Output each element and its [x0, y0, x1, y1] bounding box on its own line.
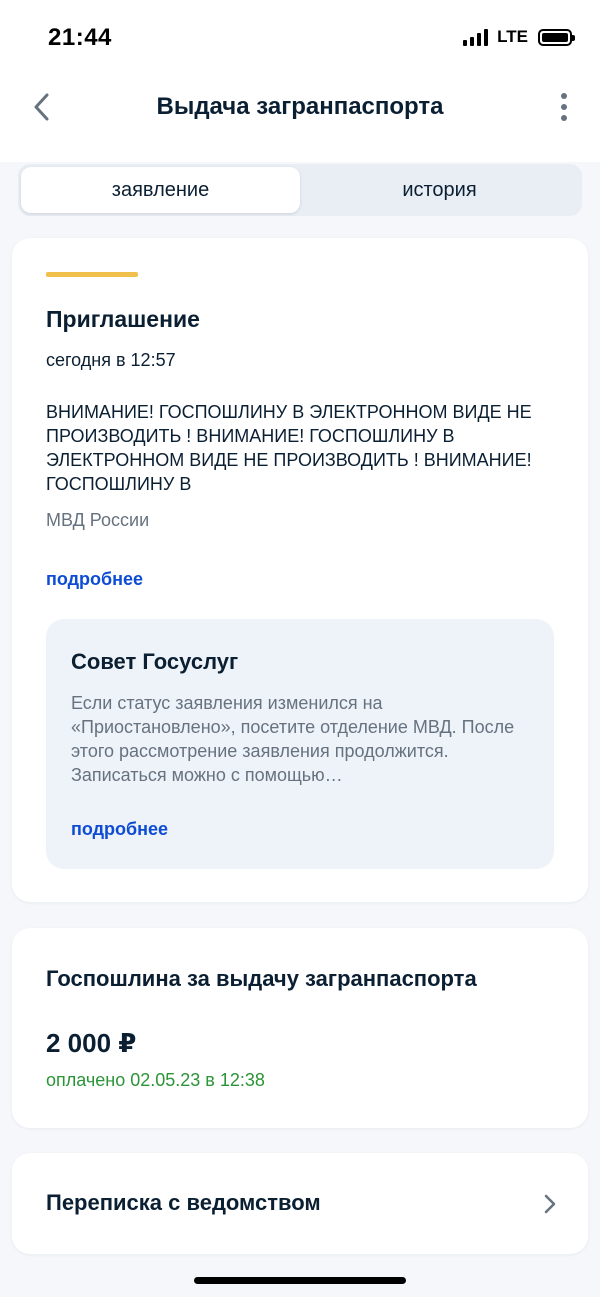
- fee-payment-status: оплачено 02.05.23 в 12:38: [46, 1070, 265, 1090]
- status-bar: 21:44 LTE: [0, 0, 600, 78]
- more-vertical-icon: [561, 93, 567, 99]
- advice-text: Если статус заявления изменился на «Прио…: [71, 693, 515, 785]
- tab-application[interactable]: заявление: [21, 167, 300, 213]
- network-type: LTE: [497, 27, 528, 46]
- page-title: Выдача загранпаспорта: [156, 93, 444, 120]
- fee-card: Госпошлина за выдачу загранпаспорта 2 00…: [12, 928, 588, 1128]
- invitation-title: Приглашение: [46, 306, 200, 332]
- advice-title: Совет Госуслуг: [71, 649, 239, 674]
- status-accent-line: [46, 272, 138, 277]
- advice-block: Совет Госуслуг Если статус заявления изм…: [46, 619, 554, 869]
- advice-more-link[interactable]: подробнее: [71, 819, 168, 840]
- battery-icon: [538, 28, 575, 46]
- invitation-organization: МВД России: [46, 510, 150, 530]
- more-menu-button[interactable]: [554, 90, 574, 124]
- correspondence-row[interactable]: Переписка с ведомством: [12, 1153, 588, 1254]
- app-header: Выдача загранпаспорта: [0, 78, 600, 162]
- invitation-more-link[interactable]: подробнее: [46, 569, 143, 590]
- status-indicators: LTE: [463, 27, 575, 47]
- home-indicator[interactable]: [194, 1277, 406, 1284]
- invitation-text: ВНИМАНИЕ! ГОСПОШЛИНУ В ЭЛЕКТРОННОМ ВИДЕ …: [46, 402, 532, 494]
- invitation-card: Приглашение сегодня в 12:57 ВНИМАНИЕ! ГО…: [12, 238, 588, 902]
- screen: 21:44 LTE Выдача загранпаспорта заявлени…: [0, 0, 600, 1297]
- fee-amount: 2 000 ₽: [46, 1028, 137, 1058]
- correspondence-label: Переписка с ведомством: [46, 1190, 321, 1215]
- status-time: 21:44: [48, 24, 112, 51]
- signal-icon: [463, 28, 489, 46]
- tab-switcher: заявление история: [18, 164, 582, 216]
- invitation-date: сегодня в 12:57: [46, 350, 176, 370]
- tab-history[interactable]: история: [300, 167, 579, 213]
- chevron-right-icon: [542, 1192, 558, 1216]
- fee-title: Госпошлина за выдачу загранпаспорта: [46, 966, 477, 991]
